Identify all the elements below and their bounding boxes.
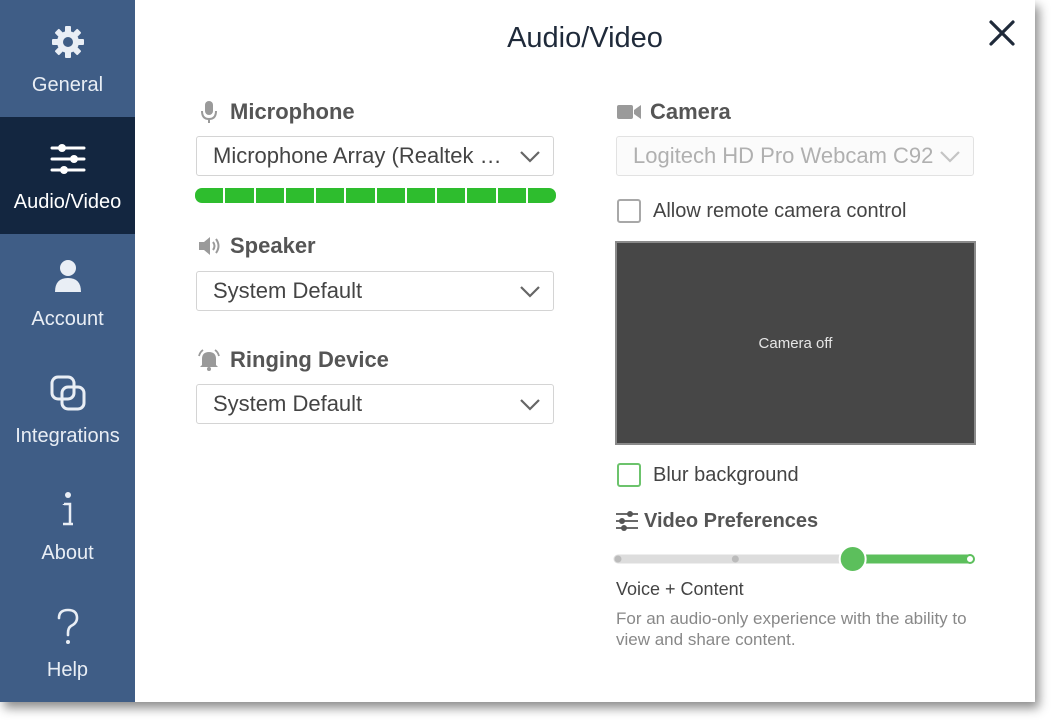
camera-heading-label: Camera — [650, 99, 731, 124]
remote-camera-control-checkbox[interactable] — [617, 199, 641, 223]
gear-icon — [0, 22, 135, 62]
microphone-select[interactable]: Microphone Array (Realtek High Definitio… — [196, 136, 554, 176]
sidebar-item-help[interactable]: Help — [0, 585, 135, 702]
settings-dialog: General Audio/Video Account Integrations… — [0, 0, 1035, 702]
bell-icon — [196, 347, 222, 373]
camera-select-value: Logitech HD Pro Webcam C920 — [633, 143, 933, 168]
remote-camera-control-label: Allow remote camera control — [653, 199, 907, 222]
sidebar-item-label: Audio/Video — [13, 191, 122, 213]
level-meter-segment — [467, 188, 496, 203]
microphone-heading: Microphone — [196, 99, 355, 125]
video-preferences-slider[interactable] — [613, 545, 977, 573]
sidebar-item-label: Help — [46, 659, 89, 681]
overlap-squares-icon — [0, 373, 135, 413]
close-icon — [989, 20, 1015, 46]
level-meter-segment — [255, 188, 284, 203]
sidebar-item-label: Account — [31, 308, 104, 330]
camera-preview-status: Camera off — [758, 334, 833, 352]
speaker-icon — [196, 233, 222, 259]
speaker-heading: Speaker — [196, 233, 316, 259]
slider-tick — [965, 554, 975, 564]
info-icon — [0, 490, 135, 530]
ringing-device-select-value: System Default — [213, 391, 363, 416]
remote-camera-control-option[interactable]: Allow remote camera control — [617, 199, 906, 223]
video-preferences-description: For an audio-only experience with the ab… — [616, 609, 967, 649]
sidebar-item-label: General — [31, 74, 104, 96]
level-meter-segment — [497, 188, 526, 203]
level-meter-segment — [225, 188, 254, 203]
sliders-icon — [0, 139, 135, 179]
blur-background-label: Blur background — [653, 463, 799, 486]
dialog-title: Audio/Video — [507, 22, 663, 54]
camera-select[interactable]: Logitech HD Pro Webcam C920 — [616, 136, 974, 176]
sliders-icon — [614, 508, 640, 534]
user-icon — [0, 256, 135, 296]
question-icon — [0, 607, 135, 647]
microphone-icon — [196, 99, 222, 125]
close-button[interactable] — [985, 16, 1019, 50]
sidebar-item-account[interactable]: Account — [0, 234, 135, 351]
level-meter-segment — [376, 188, 405, 203]
ringing-device-select[interactable]: System Default — [196, 384, 554, 424]
video-preferences-heading: Video Preferences — [614, 508, 818, 534]
level-meter-segment — [437, 188, 466, 203]
level-meter-segment — [346, 188, 375, 203]
chevron-down-icon — [520, 151, 540, 163]
camera-heading: Camera — [616, 99, 731, 125]
video-preferences-heading-label: Video Preferences — [644, 509, 819, 532]
speaker-heading-label: Speaker — [230, 233, 316, 258]
sidebar-item-general[interactable]: General — [0, 0, 135, 117]
level-meter-segment — [406, 188, 435, 203]
settings-sidebar: General Audio/Video Account Integrations… — [0, 0, 135, 702]
sidebar-item-label: Integrations — [15, 425, 120, 447]
speaker-select[interactable]: System Default — [196, 271, 554, 311]
speaker-select-value: System Default — [213, 278, 363, 303]
ringing-device-heading-label: Ringing Device — [230, 347, 389, 372]
slider-tick — [614, 555, 622, 563]
level-meter-segment — [285, 188, 314, 203]
level-meter-segment — [527, 188, 556, 203]
chevron-down-icon — [520, 286, 540, 298]
microphone-level-meter — [195, 188, 556, 203]
sidebar-item-about[interactable]: About — [0, 468, 135, 585]
blur-background-option[interactable]: Blur background — [617, 463, 799, 487]
ringing-device-heading: Ringing Device — [196, 347, 389, 373]
sidebar-item-label: About — [41, 542, 94, 564]
sidebar-item-audio-video[interactable]: Audio/Video — [0, 117, 135, 234]
microphone-heading-label: Microphone — [230, 99, 355, 124]
blur-background-checkbox[interactable] — [617, 463, 641, 487]
microphone-select-value: Microphone Array (Realtek High Definitio… — [213, 143, 513, 168]
chevron-down-icon — [940, 151, 960, 163]
slider-thumb[interactable] — [838, 545, 867, 573]
video-camera-icon — [616, 99, 642, 125]
chevron-down-icon — [520, 399, 540, 411]
level-meter-segment — [316, 188, 345, 203]
sidebar-item-integrations[interactable]: Integrations — [0, 351, 135, 468]
level-meter-segment — [195, 188, 224, 203]
camera-preview: Camera off — [615, 241, 976, 445]
slider-tick — [731, 555, 739, 563]
video-preferences-selected: Voice + Content — [616, 579, 744, 599]
